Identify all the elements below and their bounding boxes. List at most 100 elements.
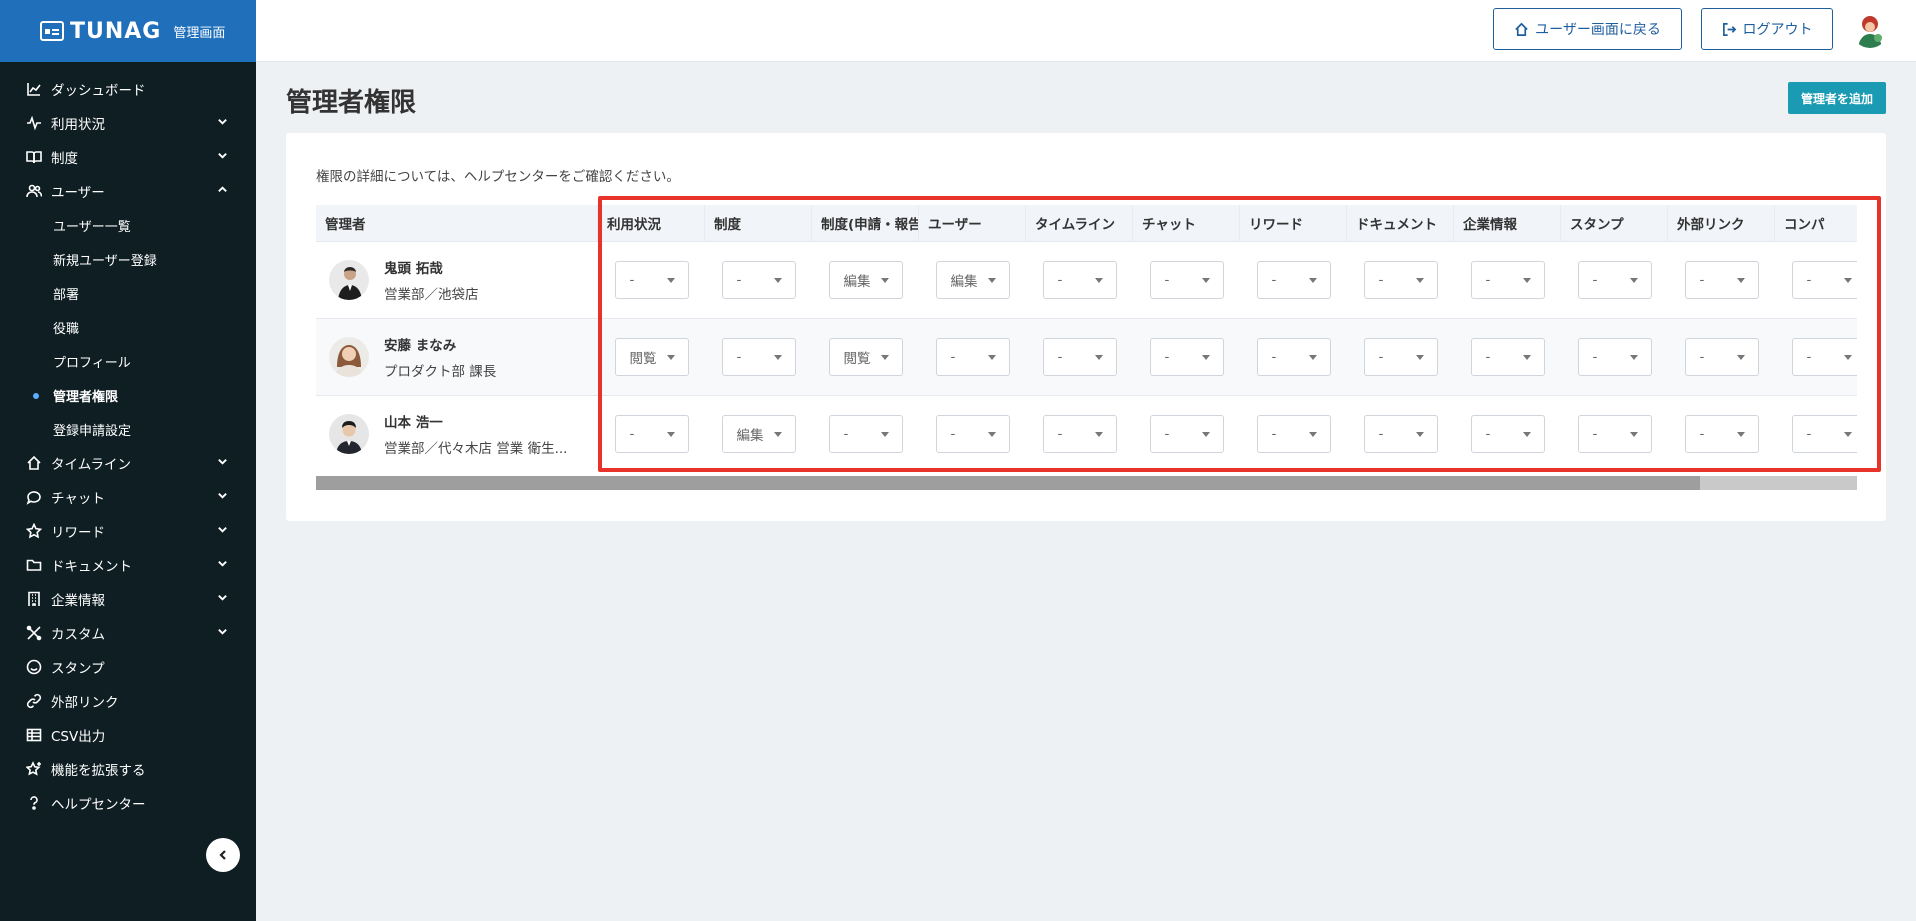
permission-select[interactable]: - <box>1042 338 1117 376</box>
sidebar-item-usage[interactable]: 利用状況 <box>0 106 256 140</box>
table-row: 山本 浩一 営業部／代々木店 営業 衛生... - 編集 - - - - - -… <box>316 395 1857 469</box>
permission-cell: - <box>705 242 812 318</box>
avatar[interactable] <box>1852 12 1888 48</box>
sidebar-item-dashboard[interactable]: ダッシュボード <box>0 72 256 106</box>
permission-cell: - <box>1347 396 1454 469</box>
column-header: リワード <box>1240 205 1347 241</box>
permission-select[interactable]: - <box>614 415 689 453</box>
permission-select[interactable]: - <box>1577 415 1652 453</box>
permission-select[interactable]: - <box>1470 415 1545 453</box>
sidebar-subitem-departments[interactable]: 部署 <box>0 276 256 310</box>
sidebar-item-documents[interactable]: ドキュメント <box>0 548 256 582</box>
add-admin-button[interactable]: 管理者を追加 <box>1788 82 1886 114</box>
permission-cell: - <box>1454 396 1561 469</box>
sidebar-item-company-info[interactable]: 企業情報 <box>0 582 256 616</box>
permission-select[interactable]: - <box>721 338 796 376</box>
permission-select[interactable]: - <box>1256 415 1331 453</box>
sidebar-subitem-profile[interactable]: プロフィール <box>0 344 256 378</box>
sidebar-item-help-center[interactable]: ヘルプセンター <box>0 786 256 820</box>
sidebar-collapse-button[interactable] <box>206 838 240 872</box>
permission-select[interactable]: - <box>1470 338 1545 376</box>
permission-select[interactable]: - <box>1577 338 1652 376</box>
sidebar-subitem-user-list[interactable]: ユーザー一覧 <box>0 208 256 242</box>
permission-select[interactable]: - <box>828 415 903 453</box>
permission-cell: - <box>1775 396 1857 469</box>
permission-select[interactable]: - <box>1577 261 1652 299</box>
permission-select[interactable]: 編集 <box>721 415 796 453</box>
permission-select[interactable]: - <box>1363 415 1438 453</box>
sidebar-item-custom[interactable]: カスタム <box>0 616 256 650</box>
sidebar-item-timeline[interactable]: タイムライン <box>0 446 256 480</box>
sidebar-item-csv-export[interactable]: CSV出力 <box>0 718 256 752</box>
permission-select[interactable]: - <box>1149 415 1224 453</box>
sidebar-item-label: 企業情報 <box>51 593 105 609</box>
admin-department: プロダクト部 課長 <box>384 364 497 380</box>
permission-select[interactable]: - <box>935 338 1010 376</box>
chart-line-icon <box>26 81 42 97</box>
permission-select[interactable]: - <box>1791 415 1857 453</box>
chat-icon <box>26 489 42 505</box>
chevron-down-icon <box>217 455 228 471</box>
admin-department: 営業部／池袋店 <box>384 287 479 303</box>
permission-select[interactable]: - <box>1042 415 1117 453</box>
permission-select[interactable]: - <box>1149 338 1224 376</box>
column-header: コンパ <box>1775 205 1857 241</box>
sidebar-item-extend-features[interactable]: 機能を拡張する <box>0 752 256 786</box>
permission-select[interactable]: - <box>1684 415 1759 453</box>
permission-select[interactable]: 編集 <box>935 261 1010 299</box>
logout-button[interactable]: ログアウト <box>1701 8 1833 50</box>
table-header: 管理者 利用状況 制度 制度(申請・報告) ユーザー タイムライン チャット リ… <box>316 205 1857 241</box>
admin-name: 鬼頭 拓哉 <box>384 261 443 277</box>
sidebar-item-label: リワード <box>51 525 105 541</box>
permission-select[interactable]: - <box>614 261 689 299</box>
sidebar-item-external-links[interactable]: 外部リンク <box>0 684 256 718</box>
permission-select[interactable]: - <box>1470 261 1545 299</box>
sidebar-item-system[interactable]: 制度 <box>0 140 256 174</box>
scrollbar-thumb[interactable] <box>316 476 1700 490</box>
logo-bar[interactable]: TUNAG 管理画面 <box>0 0 256 62</box>
sidebar-subitem-registration-settings[interactable]: 登録申請設定 <box>0 412 256 446</box>
permission-cell: - <box>1775 319 1857 395</box>
permission-select[interactable]: 閲覧 <box>828 338 903 376</box>
back-to-user-screen-label: ユーザー画面に戻る <box>1535 22 1661 38</box>
column-header: タイムライン <box>1026 205 1133 241</box>
chevron-down-icon <box>217 591 228 607</box>
tools-icon <box>26 625 42 641</box>
permission-cell: - <box>1133 319 1240 395</box>
sidebar-subitem-new-user[interactable]: 新規ユーザー登録 <box>0 242 256 276</box>
permission-select[interactable]: - <box>1042 261 1117 299</box>
sidebar-item-users[interactable]: ユーザー <box>0 174 256 208</box>
sidebar-item-reward[interactable]: リワード <box>0 514 256 548</box>
permission-cell: - <box>919 319 1026 395</box>
sidebar-item-label: 制度 <box>51 151 78 167</box>
sidebar-item-chat[interactable]: チャット <box>0 480 256 514</box>
permission-select[interactable]: - <box>721 261 796 299</box>
permission-select[interactable]: - <box>1363 261 1438 299</box>
sidebar-item-label: チャット <box>51 491 105 507</box>
permission-select[interactable]: - <box>1684 338 1759 376</box>
permission-cell: - <box>1561 396 1668 469</box>
permission-select[interactable]: - <box>935 415 1010 453</box>
sidebar-item-label: ドキュメント <box>51 559 132 575</box>
permissions-table: 管理者 利用状況 制度 制度(申請・報告) ユーザー タイムライン チャット リ… <box>316 205 1857 469</box>
sidebar-item-stamps[interactable]: スタンプ <box>0 650 256 684</box>
back-to-user-screen-button[interactable]: ユーザー画面に戻る <box>1493 8 1682 50</box>
chevron-up-icon <box>217 183 228 199</box>
permission-select[interactable]: - <box>1684 261 1759 299</box>
sidebar-subitem-positions[interactable]: 役職 <box>0 310 256 344</box>
permission-select[interactable]: - <box>1791 261 1857 299</box>
permission-select[interactable]: 閲覧 <box>614 338 689 376</box>
sidebar-item-label: ダッシュボード <box>51 83 146 99</box>
sidebar: TUNAG 管理画面 ダッシュボード 利用状況 制度 ユーザー ユーザー一覧 新… <box>0 0 256 921</box>
logo-text: TUNAG <box>70 18 162 44</box>
permission-select[interactable]: - <box>1256 261 1331 299</box>
permission-cell: - <box>812 396 919 469</box>
permission-select[interactable]: - <box>1791 338 1857 376</box>
permission-select[interactable]: - <box>1256 338 1331 376</box>
horizontal-scrollbar[interactable] <box>316 476 1857 490</box>
sidebar-subitem-admin-permissions[interactable]: 管理者権限 <box>0 378 256 412</box>
permission-select[interactable]: - <box>1149 261 1224 299</box>
admin-name: 安藤 まなみ <box>384 338 457 354</box>
permission-select[interactable]: 編集 <box>828 261 903 299</box>
permission-select[interactable]: - <box>1363 338 1438 376</box>
